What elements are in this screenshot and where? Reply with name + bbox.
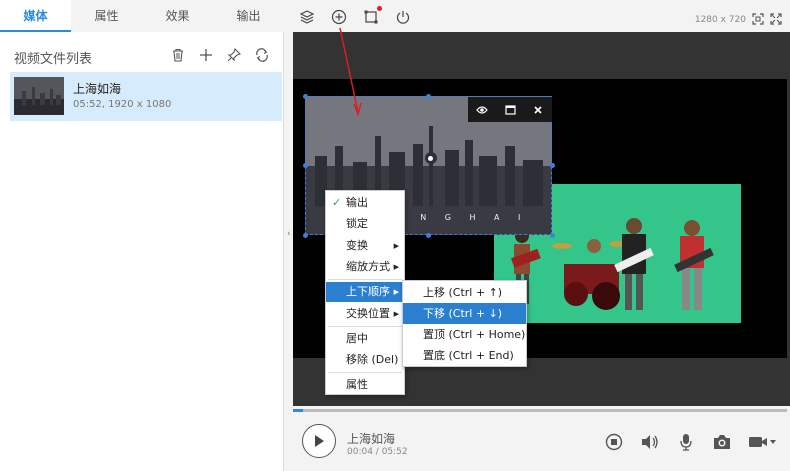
video-camera-dropdown-icon[interactable] bbox=[748, 433, 776, 451]
menu-item-order[interactable]: 上下顺序 ▶ bbox=[326, 282, 404, 302]
menu-item-remove[interactable]: 移除 (Del) bbox=[326, 350, 404, 370]
layers-icon[interactable] bbox=[298, 8, 316, 26]
submenu-item-send-to-bottom[interactable]: 置底 (Ctrl + End) bbox=[403, 345, 526, 366]
eye-icon[interactable] bbox=[475, 103, 489, 117]
preview-toolbar bbox=[298, 6, 412, 26]
check-icon: ✓ bbox=[332, 196, 342, 209]
resolution-label: 1280 x 720 bbox=[694, 15, 746, 25]
top-bar: 媒体 属性 效果 输出 1280 x 720 bbox=[0, 0, 790, 32]
camera-icon[interactable] bbox=[712, 433, 732, 451]
crop-icon[interactable] bbox=[362, 6, 382, 26]
submenu-arrow-icon: ▶ bbox=[393, 242, 399, 250]
media-thumbnail bbox=[14, 77, 64, 115]
window-icon[interactable] bbox=[503, 103, 517, 117]
tab-effects[interactable]: 效果 bbox=[142, 0, 213, 32]
resize-handle-mr[interactable] bbox=[550, 163, 555, 168]
menu-item-transform[interactable]: 变换 ▶ bbox=[326, 236, 404, 256]
center-handle[interactable] bbox=[428, 156, 433, 161]
submenu-item-move-down[interactable]: 下移 (Ctrl + ↓) bbox=[403, 303, 526, 324]
player-control-icons bbox=[604, 433, 776, 451]
resize-handle-br[interactable] bbox=[550, 233, 555, 238]
fullscreen-icon[interactable] bbox=[770, 13, 782, 28]
microphone-icon[interactable] bbox=[676, 433, 696, 451]
power-icon[interactable] bbox=[394, 8, 412, 26]
close-icon[interactable] bbox=[531, 103, 545, 117]
resize-handle-bm[interactable] bbox=[426, 233, 431, 238]
media-meta: 05:52, 1920 x 1080 bbox=[73, 99, 172, 110]
media-panel: 视频文件列表 上海如海 05:52, 1920 x 1080 bbox=[0, 32, 284, 471]
tab-properties[interactable]: 属性 bbox=[71, 0, 142, 32]
media-list-item[interactable]: 上海如海 05:52, 1920 x 1080 bbox=[10, 72, 282, 121]
pin-icon[interactable] bbox=[225, 46, 243, 64]
resize-handle-bl[interactable] bbox=[303, 233, 308, 238]
menu-item-properties[interactable]: 属性 bbox=[326, 375, 404, 395]
now-playing-title: 上海如海 bbox=[347, 432, 396, 446]
submenu-arrow-icon: ▶ bbox=[393, 263, 399, 271]
media-list-tools bbox=[169, 46, 271, 64]
menu-item-scale-mode[interactable]: 缩放方式 ▶ bbox=[326, 257, 404, 277]
tab-output[interactable]: 输出 bbox=[213, 0, 284, 32]
plus-icon[interactable] bbox=[197, 46, 215, 64]
submenu-item-bring-to-top[interactable]: 置顶 (Ctrl + Home) bbox=[403, 324, 526, 345]
submenu-arrow-icon: ▶ bbox=[393, 310, 399, 318]
media-name: 上海如海 bbox=[73, 82, 122, 96]
order-submenu: 上移 (Ctrl + ↑) 下移 (Ctrl + ↓) 置顶 (Ctrl + H… bbox=[402, 280, 527, 367]
menu-item-output[interactable]: ✓ 输出 bbox=[326, 193, 404, 213]
play-icon bbox=[315, 435, 324, 447]
menu-item-swap-position[interactable]: 交换位置 ▶ bbox=[326, 304, 404, 324]
fit-screen-icon[interactable] bbox=[752, 13, 764, 28]
submenu-arrow-icon: ▶ bbox=[393, 288, 399, 296]
collapse-arrow-icon[interactable]: ‹ bbox=[287, 229, 291, 239]
stop-icon[interactable] bbox=[604, 433, 624, 451]
tab-media[interactable]: 媒体 bbox=[0, 0, 71, 32]
clip-toolbar bbox=[468, 97, 552, 122]
resize-handle-tl[interactable] bbox=[303, 94, 308, 99]
view-controls bbox=[752, 13, 782, 28]
trash-icon[interactable] bbox=[169, 46, 187, 64]
menu-separator bbox=[328, 279, 402, 280]
menu-separator bbox=[328, 326, 402, 327]
tab-bar: 媒体 属性 效果 输出 bbox=[0, 0, 284, 32]
menu-separator bbox=[328, 372, 402, 373]
menu-item-center[interactable]: 居中 bbox=[326, 329, 404, 349]
play-button[interactable] bbox=[302, 424, 336, 458]
loop-icon[interactable] bbox=[253, 46, 271, 64]
media-list-title: 视频文件列表 bbox=[14, 52, 93, 67]
panel-splitter[interactable] bbox=[285, 32, 293, 471]
notification-dot bbox=[377, 6, 382, 11]
playback-time: 00:04 / 05:52 bbox=[347, 447, 408, 457]
add-circle-icon[interactable] bbox=[330, 8, 348, 26]
resize-handle-tm[interactable] bbox=[426, 94, 431, 99]
submenu-item-move-up[interactable]: 上移 (Ctrl + ↑) bbox=[403, 282, 526, 303]
menu-item-lock[interactable]: 锁定 bbox=[326, 214, 404, 234]
volume-icon[interactable] bbox=[640, 433, 660, 451]
resize-handle-ml[interactable] bbox=[303, 163, 308, 168]
context-menu: ✓ 输出 锁定 变换 ▶ 缩放方式 ▶ 上下顺序 ▶ 交换位置 ▶ 居中 移除 (Del)… bbox=[325, 190, 405, 395]
